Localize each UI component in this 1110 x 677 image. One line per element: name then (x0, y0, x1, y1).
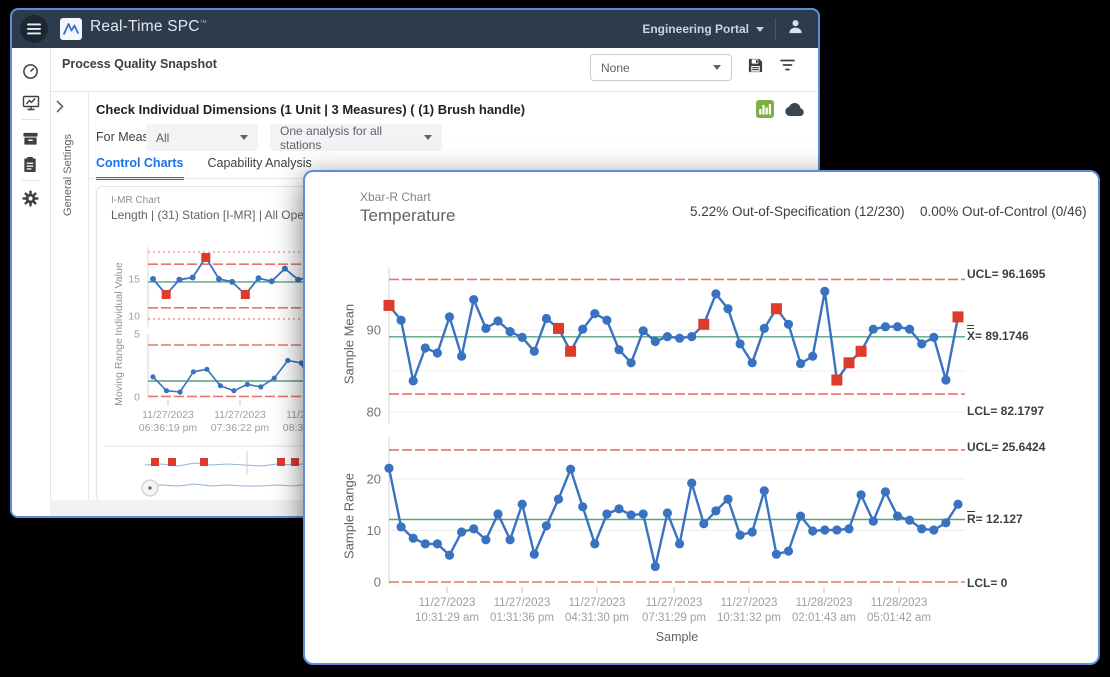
navigator-handle[interactable] (142, 480, 158, 496)
general-settings-label: General Settings (62, 134, 74, 216)
out-of-control-stat: 0.00% Out-of-Control (0/46) (920, 204, 1087, 219)
bar-chart-green-icon (756, 100, 774, 118)
sidebar-divider (22, 119, 40, 120)
archive-box-icon (22, 130, 39, 147)
mean-center-label: X= 89.1746 (967, 329, 1029, 343)
mean-ucl-label: UCL= 96.1695 (967, 267, 1045, 281)
xbar-chart-plot: 90 80 (335, 260, 980, 435)
xbar-r-popup-window: Xbar-R Chart Temperature 5.22% Out-of-Sp… (303, 170, 1100, 665)
imr-chart-subtitle: Length | (31) Station [I-MR] | All Opera… (111, 208, 335, 222)
mean-ucl-text: UCL= 96.1695 (967, 267, 1045, 281)
filter-lines-icon (779, 58, 796, 72)
out-of-spec-stat: 5.22% Out-of-Specification (12/230) (690, 204, 905, 219)
caret-down-icon (756, 27, 764, 32)
caret-down-icon (713, 65, 721, 70)
navbar-right: Engineering Portal (642, 10, 804, 48)
save-button[interactable] (747, 57, 764, 79)
chart-type-button[interactable] (756, 100, 774, 123)
svg-text:90: 90 (367, 323, 381, 338)
tab-capability-analysis[interactable]: Capability Analysis (208, 156, 312, 180)
page-title: Process Quality Snapshot (62, 57, 217, 71)
svg-text:0: 0 (134, 392, 140, 404)
gear-icon (22, 190, 39, 207)
popup-title: Temperature (360, 206, 455, 226)
panel-title: Check Individual Dimensions (1 Unit | 3 … (96, 102, 525, 117)
x-tick-label: 11/28/202305:01:42 am (851, 596, 947, 626)
portal-label: Engineering Portal (642, 22, 749, 36)
x-axis-labels: 11/27/202310:31:29 am11/27/202301:31:36 … (305, 596, 1098, 628)
download-button[interactable] (784, 102, 805, 122)
sidebar-item-tasks[interactable] (22, 156, 40, 174)
range-lcl-text: LCL= 0 (967, 576, 1007, 590)
panel-strip-divider (88, 92, 89, 500)
caret-down-icon (424, 135, 432, 140)
xdoublebar-symbol: X (967, 329, 975, 343)
measure-select-value: All (156, 131, 169, 145)
analysis-select-value: One analysis for all stations (280, 124, 424, 152)
sidebar (12, 48, 51, 516)
gauge-icon (22, 63, 39, 80)
filter-button[interactable] (779, 58, 796, 77)
panel-actions (756, 100, 805, 123)
monitor-chart-icon (22, 95, 40, 111)
hamburger-icon (27, 23, 41, 35)
header-controls: None (590, 54, 796, 81)
range-lcl-label: LCL= 0 (967, 576, 1007, 590)
menu-button[interactable] (20, 15, 48, 43)
app-logo-icon (60, 18, 82, 40)
caret-down-icon (240, 135, 248, 140)
mean-lcl-text: LCL= 82.1797 (967, 404, 1044, 418)
tab-bar: Control Charts Capability Analysis (96, 156, 312, 180)
svg-text:80: 80 (367, 405, 381, 420)
report-select-value: None (601, 61, 630, 75)
imr-chart-type-label: I-MR Chart (111, 195, 160, 206)
tab-control-charts[interactable]: Control Charts (96, 156, 184, 180)
mean-lcl-label: LCL= 82.1797 (967, 404, 1044, 418)
rbar-symbol: R (967, 512, 976, 526)
range-chart-plot: 20 10 0 (335, 434, 980, 602)
trademark: ™ (200, 20, 207, 27)
range-ucl-text: UCL= 25.6424 (967, 440, 1045, 454)
range-center-label: R= 12.127 (967, 512, 1023, 526)
svg-text:20: 20 (367, 472, 381, 487)
user-icon[interactable] (787, 18, 804, 40)
cloud-download-icon (784, 102, 805, 117)
measure-select[interactable]: All (146, 124, 258, 151)
x-axis-title: Sample (627, 630, 727, 644)
sidebar-divider (22, 180, 40, 181)
popup-chart-type-label: Xbar-R Chart (360, 190, 431, 204)
chevron-right-icon (56, 100, 65, 113)
portal-dropdown[interactable]: Engineering Portal (642, 22, 764, 36)
svg-text:5: 5 (134, 329, 140, 341)
range-center-text: = 12.127 (976, 512, 1023, 526)
sidebar-item-settings[interactable] (22, 190, 40, 208)
svg-text:15: 15 (128, 274, 140, 286)
svg-text:0: 0 (374, 575, 381, 590)
svg-text:10: 10 (367, 523, 381, 538)
mean-center-text: = 89.1746 (975, 329, 1029, 343)
sidebar-item-dashboard[interactable] (22, 63, 40, 81)
sidebar-item-archive[interactable] (22, 130, 40, 148)
floppy-disk-icon (747, 57, 764, 74)
top-navbar: Real-Time SPC™ Engineering Portal (12, 10, 818, 48)
clipboard-icon (22, 156, 38, 173)
report-select[interactable]: None (590, 54, 732, 81)
navbar-divider (775, 18, 776, 40)
range-ucl-label: UCL= 25.6424 (967, 440, 1045, 454)
analysis-select[interactable]: One analysis for all stations (270, 124, 442, 151)
sidebar-item-charts[interactable] (22, 95, 40, 113)
collapse-panel-button[interactable] (56, 100, 65, 118)
svg-text:10: 10 (128, 311, 140, 323)
app-title-text: Real-Time SPC (90, 18, 200, 35)
app-title: Real-Time SPC™ (90, 18, 207, 36)
header-divider (50, 91, 818, 92)
